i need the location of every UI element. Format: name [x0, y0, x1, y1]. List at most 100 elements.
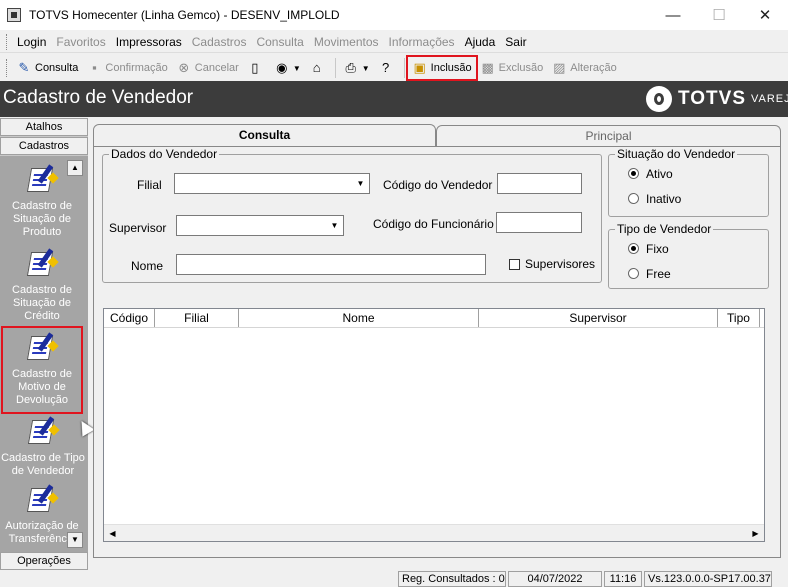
cancelar-button[interactable]: ⊗ Cancelar [172, 57, 243, 79]
sidebar-scroll-down-icon[interactable]: ▼ [67, 532, 83, 548]
menu-login[interactable]: Login [12, 35, 51, 49]
totvs-logo-icon [646, 86, 672, 112]
sidebar-tab-atalhos[interactable]: Atalhos [0, 118, 88, 136]
ativo-radio[interactable] [628, 168, 639, 179]
document-edit-icon [25, 162, 59, 196]
print-button[interactable]: ⎙ ▼ [339, 57, 374, 79]
tab-principal[interactable]: Principal [436, 125, 781, 147]
title-bar: TOTVS Homecenter (Linha Gemco) - DESENV_… [0, 0, 788, 30]
toolbar: ✎ Consulta ▪ Confirmação ⊗ Cancelar ▯ ◉ … [0, 55, 788, 81]
menu-consulta[interactable]: Consulta [251, 35, 308, 49]
sidebar-item-label: Cadastro de Situação de Produto [12, 200, 72, 238]
inclusao-button[interactable]: ▣ Inclusão [405, 55, 478, 81]
nome-label: Nome [131, 259, 164, 273]
home-icon: ⌂ [312, 60, 321, 75]
help-icon: ? [382, 60, 390, 75]
supervisores-checkbox[interactable] [509, 259, 520, 270]
menu-movimentos[interactable]: Movimentos [309, 35, 384, 49]
codigo-vendedor-label: Código do Vendedor [383, 178, 493, 192]
vendedor-grid[interactable]: Código Filial Nome Supervisor Tipo ◀ ▶ [103, 308, 765, 542]
sidebar: Atalhos Cadastros Cadastro de Situação d… [0, 118, 88, 570]
supervisor-label: Supervisor [109, 221, 167, 235]
confirmacao-button[interactable]: ▪ Confirmação [82, 57, 171, 79]
dropdown-arrow-icon: ▼ [292, 63, 301, 73]
menu-sair[interactable]: Sair [500, 35, 531, 49]
document-edit-icon [26, 414, 60, 448]
sidebar-tab-operacoes[interactable]: Operações [0, 552, 88, 570]
status-version: Vs.123.0.0.0-SP17.00.37 [644, 571, 772, 587]
sidebar-item-label: Cadastro de Situação de Crédito [12, 284, 72, 322]
status-time: 11:16 [604, 571, 642, 587]
print-dropdown-arrow-icon: ▼ [361, 63, 370, 73]
menu-ajuda[interactable]: Ajuda [460, 35, 501, 49]
maximize-icon[interactable]: ☐ [696, 0, 742, 30]
page-header: Cadastro de Vendedor TOTVS VAREJO [0, 81, 788, 117]
column-header-nome[interactable]: Nome [239, 309, 479, 327]
grid-header: Código Filial Nome Supervisor Tipo [104, 309, 764, 328]
inclusao-label: Inclusão [430, 62, 472, 74]
logo-subtext: VAREJO [751, 93, 788, 105]
alteracao-button[interactable]: ▨ Alteração [547, 57, 620, 79]
ativo-label: Ativo [646, 167, 673, 181]
alteracao-label: Alteração [570, 62, 617, 74]
sidebar-item-tipo-vendedor[interactable]: Cadastro de Tipo de Vendedor [0, 414, 86, 478]
codigo-vendedor-input[interactable] [497, 173, 582, 194]
window-title: TOTVS Homecenter (Linha Gemco) - DESENV_… [29, 8, 340, 22]
filial-select[interactable]: ▼ [174, 173, 370, 194]
column-header-codigo[interactable]: Código [104, 309, 155, 327]
consulta-button[interactable]: ✎ Consulta [12, 57, 82, 79]
inativo-radio[interactable] [628, 193, 639, 204]
column-header-filial[interactable]: Filial [155, 309, 239, 327]
delete-icon: ▩ [481, 60, 494, 75]
confirmacao-label: Confirmação [105, 62, 168, 74]
save-icon: ▪ [92, 60, 97, 75]
new-document-button[interactable]: ▯ [243, 57, 270, 79]
consulta-label: Consulta [35, 62, 79, 74]
document-edit-icon [25, 482, 59, 516]
binoculars-button[interactable]: ◉ ▼ [270, 57, 305, 79]
exclusao-button[interactable]: ▩ Exclusão [476, 57, 548, 79]
menu-bar: Login Favoritos Impressoras Cadastros Co… [0, 31, 788, 53]
inativo-label: Inativo [646, 192, 682, 206]
codigo-funcionario-input[interactable] [496, 212, 582, 233]
supervisor-select[interactable]: ▼ [176, 215, 344, 236]
dados-vendedor-legend: Dados do Vendedor [111, 147, 218, 161]
sidebar-tab-cadastros[interactable]: Cadastros [0, 137, 88, 155]
home-button[interactable]: ⌂ [305, 57, 332, 79]
tab-consulta[interactable]: Consulta [93, 124, 436, 146]
menu-impressoras[interactable]: Impressoras [111, 35, 187, 49]
column-header-supervisor[interactable]: Supervisor [479, 309, 718, 327]
fixo-label: Fixo [646, 242, 669, 256]
document-edit-icon [25, 246, 59, 280]
supervisores-label: Supervisores [525, 257, 596, 271]
scroll-right-icon[interactable]: ▶ [747, 525, 764, 542]
edit-icon: ▨ [553, 60, 566, 75]
grid-horizontal-scrollbar[interactable]: ◀ ▶ [104, 524, 764, 541]
sidebar-item-situacao-credito[interactable]: Cadastro de Situação de Crédito [0, 246, 84, 323]
sidebar-item-label: Cadastro de Tipo de Vendedor [1, 452, 85, 477]
minimize-icon[interactable]: — [650, 0, 696, 30]
totvs-logo: TOTVS VAREJO [646, 86, 788, 112]
situacao-vendedor-legend: Situação do Vendedor [617, 147, 736, 161]
close-icon[interactable]: ✕ [742, 0, 788, 30]
menu-informacoes[interactable]: Informações [384, 35, 460, 49]
sidebar-scroll-up-icon[interactable]: ▲ [67, 160, 83, 176]
nome-input[interactable] [176, 254, 486, 275]
menu-favoritos[interactable]: Favoritos [51, 35, 110, 49]
help-button[interactable]: ? [374, 57, 401, 79]
scroll-left-icon[interactable]: ◀ [104, 525, 121, 542]
toolbar-grip [6, 59, 9, 77]
column-header-tipo[interactable]: Tipo [718, 309, 760, 327]
sidebar-item-label: Cadastro de Motivo de Devolução [12, 368, 72, 406]
consulta-panel: Dados do Vendedor Filial ▼ Supervisor ▼ … [93, 146, 781, 558]
chevron-down-icon: ▼ [356, 179, 365, 188]
menu-cadastros[interactable]: Cadastros [187, 35, 252, 49]
codigo-funcionario-label: Código do Funcionário [373, 217, 494, 231]
sidebar-item-motivo-devolucao[interactable]: Cadastro de Motivo de Devolução [1, 326, 83, 414]
status-date: 04/07/2022 [508, 571, 602, 587]
search-icon: ✎ [18, 60, 30, 75]
menu-grip [6, 33, 9, 50]
new-document-icon: ▯ [251, 60, 259, 75]
free-radio[interactable] [628, 268, 639, 279]
fixo-radio[interactable] [628, 243, 639, 254]
